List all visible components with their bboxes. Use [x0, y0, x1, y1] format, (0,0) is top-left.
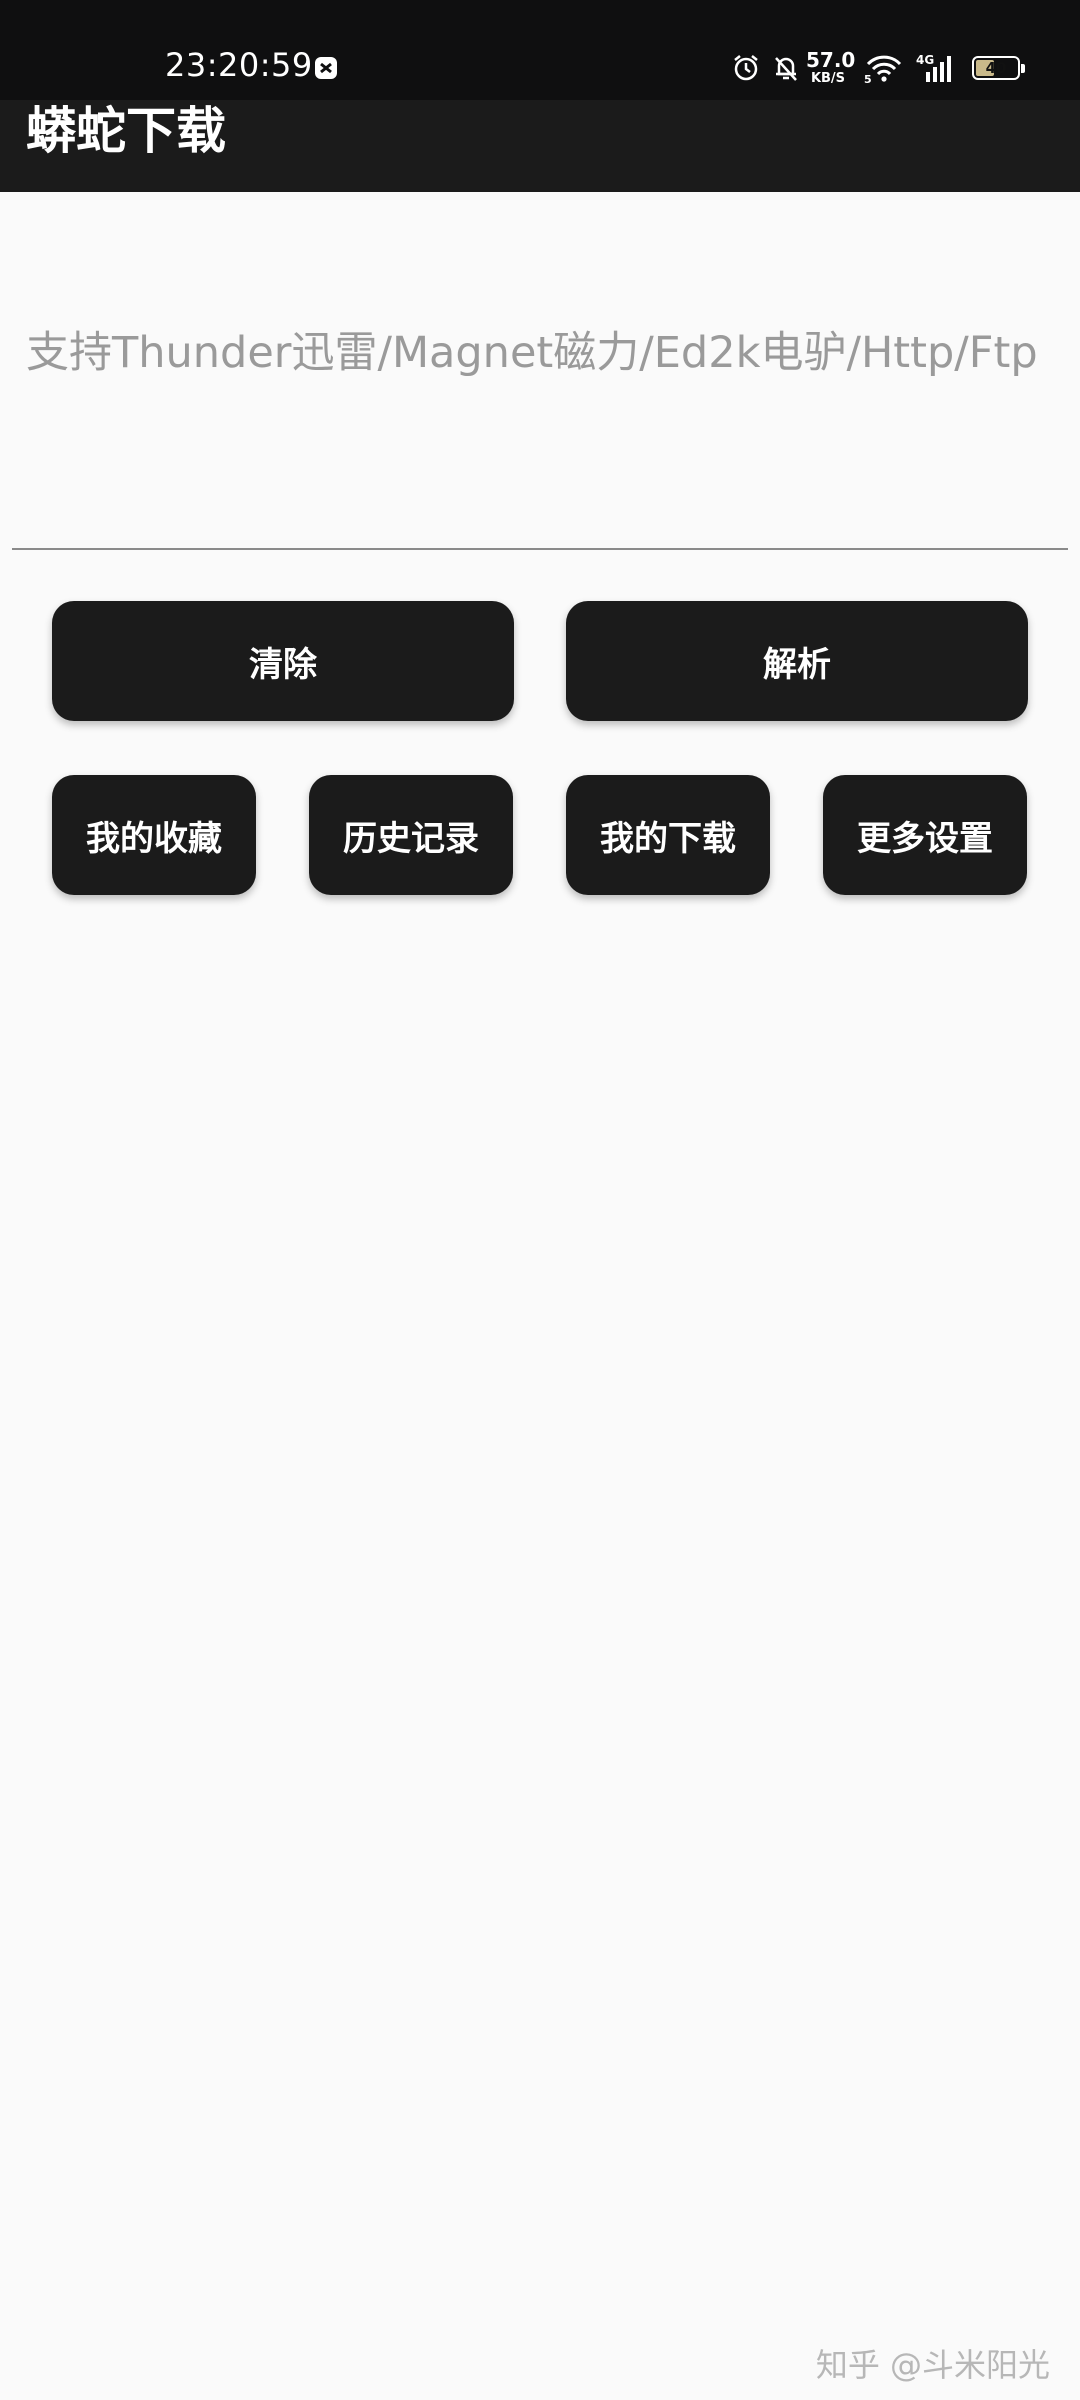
alarm-icon: [734, 55, 758, 81]
link-input[interactable]: [12, 310, 1068, 550]
signal-label: 4G: [916, 53, 934, 67]
battery-level: 40: [985, 59, 1007, 77]
network-speed-unit: KB/S: [810, 71, 846, 86]
wifi-icon: 5: [864, 55, 902, 84]
battery-icon: 40: [972, 56, 1025, 80]
favorites-button[interactable]: 我的收藏: [52, 775, 256, 895]
watermark: 知乎 @斗米阳光: [815, 2346, 1050, 2384]
app-bar: 蟒蛇下载: [0, 100, 1080, 192]
status-bar: 23:20:59 57.0 KB/S 5 4G 40: [0, 0, 1080, 100]
status-time: 23:20:59: [165, 46, 313, 84]
app-title: 蟒蛇下载: [26, 102, 226, 160]
network-speed-value: 57.0: [806, 48, 856, 72]
more-settings-button[interactable]: 更多设置: [823, 775, 1027, 895]
app-notification-icon: [315, 57, 337, 79]
wifi-badge: 5: [864, 73, 872, 84]
history-button[interactable]: 历史记录: [309, 775, 513, 895]
clear-button[interactable]: 清除: [52, 601, 514, 721]
status-icons: 57.0 KB/S 5 4G 40: [720, 48, 1025, 88]
network-speed: 57.0 KB/S: [806, 48, 856, 86]
parse-button[interactable]: 解析: [566, 601, 1028, 721]
my-downloads-button[interactable]: 我的下载: [566, 775, 770, 895]
signal-4g-icon: 4G: [916, 53, 951, 82]
mute-bell-icon: [775, 57, 797, 81]
